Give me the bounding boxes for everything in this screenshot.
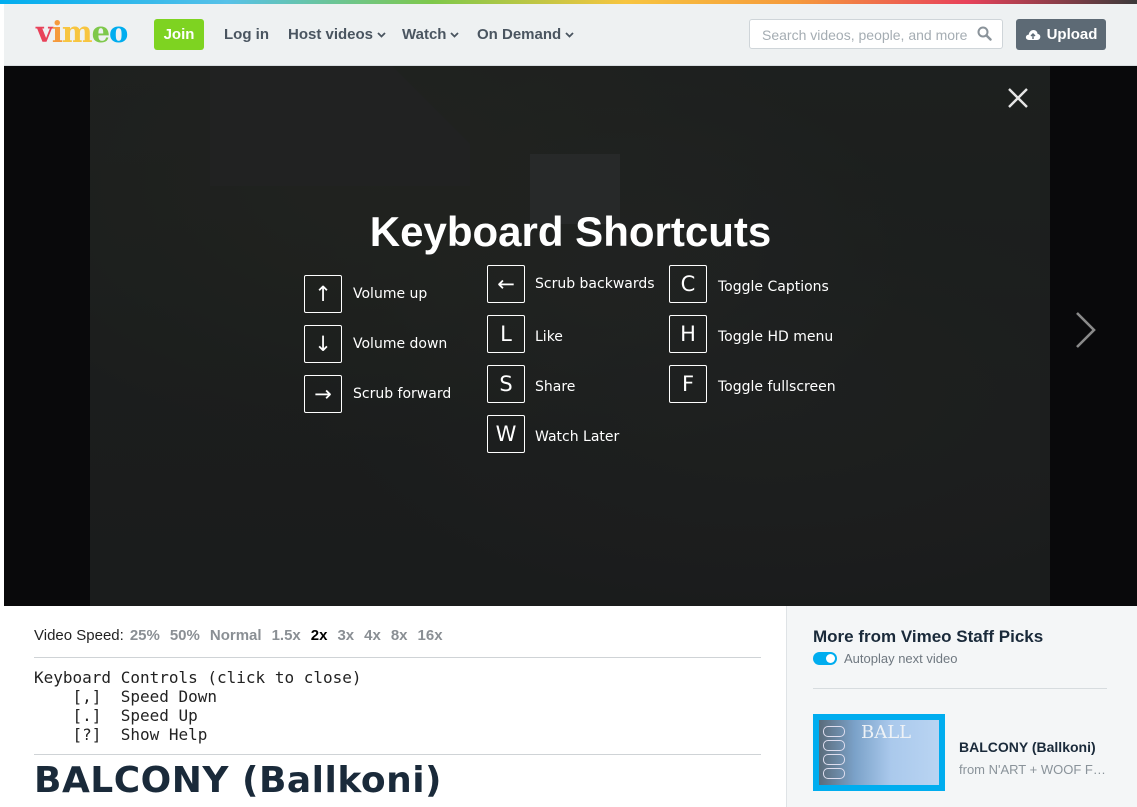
award-laurels <box>823 726 845 784</box>
video-player[interactable]: Keyboard Shortcuts ↑ Volume up ↓ Volume … <box>4 66 1137 606</box>
keyboard-controls-heading[interactable]: Keyboard Controls (click to close) <box>34 668 362 687</box>
shortcuts-overlay <box>4 66 1137 606</box>
login-label: Log in <box>224 26 269 43</box>
shortcut-label: Toggle Captions <box>718 279 829 295</box>
next-video-arrow-icon[interactable] <box>1072 310 1098 350</box>
key-left: ← <box>487 265 525 303</box>
autoplay-control[interactable]: Autoplay next video <box>813 651 957 666</box>
shortcut-label: Toggle HD menu <box>718 329 834 345</box>
keyboard-controls-panel[interactable]: Keyboard Controls (click to close) [,] S… <box>34 668 362 744</box>
shortcut-label: Scrub backwards <box>535 276 655 292</box>
speed-option[interactable]: 1.5x <box>272 627 301 644</box>
divider <box>813 688 1107 689</box>
autoplay-label: Autoplay next video <box>844 651 958 666</box>
on-demand-label: On Demand <box>477 26 562 43</box>
shortcut-label: Volume up <box>353 286 428 302</box>
keyboard-control-line: [,] Speed Down <box>34 687 218 706</box>
speed-option[interactable]: 8x <box>391 627 408 644</box>
shortcut-label: Watch Later <box>535 429 620 445</box>
speed-option[interactable]: 4x <box>364 627 381 644</box>
watch-menu[interactable]: Watch <box>402 26 460 43</box>
search-icon[interactable] <box>977 26 992 41</box>
chevron-down-icon <box>565 31 574 38</box>
upload-label: Upload <box>1046 26 1098 43</box>
sidebar-title[interactable]: More from Vimeo Staff Picks <box>813 627 1043 647</box>
speed-option[interactable]: Normal <box>210 627 262 644</box>
upload-button[interactable]: Upload <box>1016 19 1106 50</box>
speed-option-active[interactable]: 2x <box>311 627 328 644</box>
related-sidebar: More from Vimeo Staff Picks Autoplay nex… <box>786 606 1137 807</box>
thumbnail-image: BALL <box>819 720 939 785</box>
search-input[interactable] <box>760 26 974 44</box>
key-c: C <box>669 265 707 303</box>
keyboard-control-line: [?] Show Help <box>34 725 208 744</box>
key-s: S <box>487 365 525 403</box>
chevron-down-icon <box>450 31 460 38</box>
shortcut-label: Scrub forward <box>353 386 452 402</box>
host-videos-menu[interactable]: Host videos <box>288 26 386 43</box>
shortcut-label: Like <box>535 329 563 345</box>
join-button[interactable]: Join <box>154 19 204 50</box>
site-header: vimeo Join Log in Host videos Watch On D… <box>4 4 1137 66</box>
speed-option[interactable]: 16x <box>418 627 443 644</box>
key-w: W <box>487 415 525 453</box>
chevron-down-icon <box>377 31 386 38</box>
host-videos-label: Host videos <box>288 26 374 43</box>
key-up: ↑ <box>304 275 342 313</box>
search-box <box>749 19 1003 49</box>
speed-option[interactable]: 3x <box>337 627 354 644</box>
key-h: H <box>669 315 707 353</box>
autoplay-toggle[interactable] <box>813 652 837 665</box>
login-link[interactable]: Log in <box>224 26 269 43</box>
thumbnail-text: BALL <box>861 722 912 743</box>
divider <box>34 657 761 658</box>
speed-option[interactable]: 25% <box>130 627 160 644</box>
key-l: L <box>487 315 525 353</box>
keyboard-control-line: [.] Speed Up <box>34 706 198 725</box>
main-content: Video Speed: 25% 50% Normal 1.5x 2x 3x 4… <box>4 606 786 807</box>
shortcut-label: Toggle fullscreen <box>718 379 836 395</box>
cloud-upload-icon <box>1025 29 1040 40</box>
speed-label: Video Speed: <box>34 627 124 644</box>
shortcut-label: Share <box>535 379 576 395</box>
related-video-author[interactable]: from N'ART + WOOF F… <box>959 762 1106 777</box>
on-demand-menu[interactable]: On Demand <box>477 26 574 43</box>
key-down: ↓ <box>304 325 342 363</box>
related-video-title[interactable]: BALCONY (Ballkoni) <box>959 739 1096 755</box>
key-right: → <box>304 375 342 413</box>
video-thumbnail[interactable]: BALL <box>813 714 945 791</box>
key-f: F <box>669 365 707 403</box>
watch-label: Watch <box>402 26 447 43</box>
close-icon[interactable] <box>1006 86 1030 110</box>
vimeo-logo[interactable]: vimeo <box>36 17 128 47</box>
divider <box>34 754 761 755</box>
speed-option[interactable]: 50% <box>170 627 200 644</box>
video-speed-controls: Video Speed: 25% 50% Normal 1.5x 2x 3x 4… <box>34 627 443 644</box>
shortcuts-title: Keyboard Shortcuts <box>369 208 772 255</box>
shortcut-label: Volume down <box>353 336 448 352</box>
video-title: BALCONY (Ballkoni) <box>34 760 442 801</box>
